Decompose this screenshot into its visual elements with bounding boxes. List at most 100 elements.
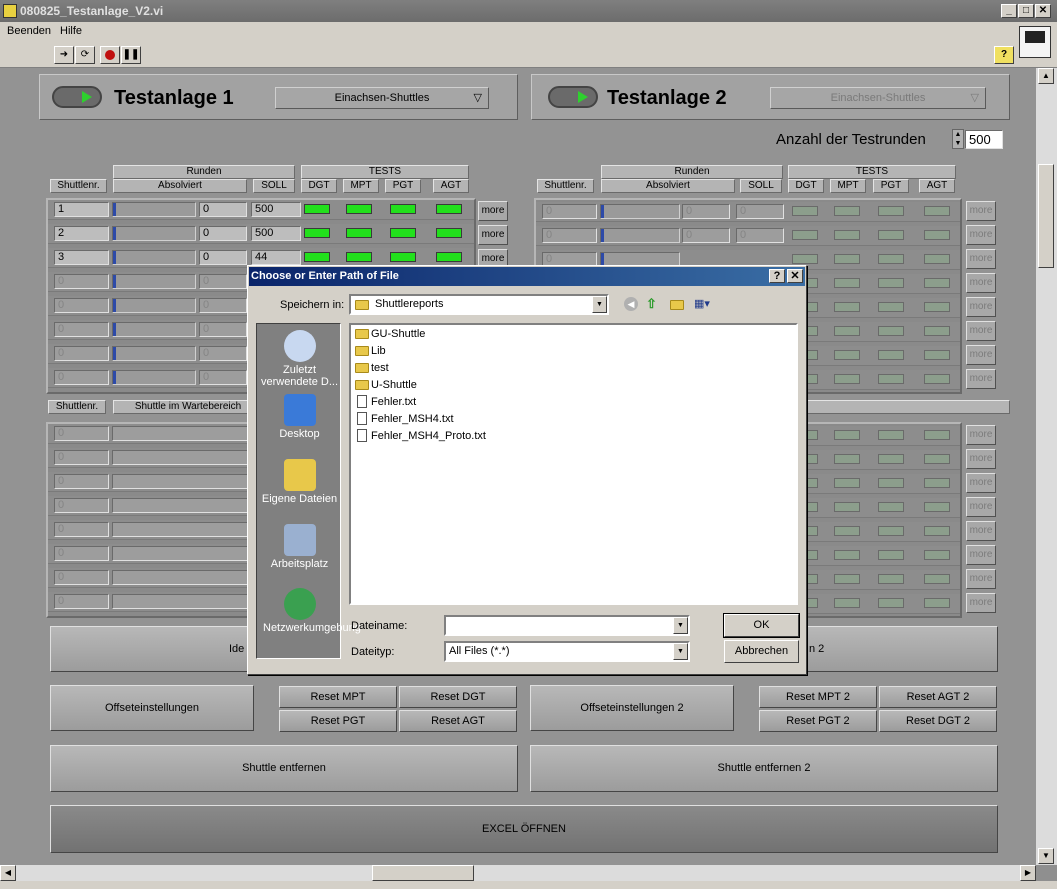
anlage1-reset-pgt-button[interactable]: Reset PGT — [279, 710, 397, 732]
anlage2-mode-dropdown[interactable]: Einachsen-Shuttles ▽ — [770, 87, 986, 109]
more-button[interactable]: more — [966, 201, 996, 221]
file-item[interactable]: Fehler_MSH4.txt — [355, 411, 454, 427]
anlage1-reset-dgt-button[interactable]: Reset DGT — [399, 686, 517, 708]
anlage1-reset-agt-button[interactable]: Reset AGT — [399, 710, 517, 732]
anlage1-offset-button[interactable]: Offseteinstellungen — [50, 685, 254, 731]
view-menu-icon[interactable]: ▦▾ — [694, 297, 716, 312]
horizontal-scrollbar[interactable]: ◀ ▶ — [0, 865, 1036, 881]
more-button[interactable]: more — [966, 425, 996, 445]
wait-bereich-cell[interactable] — [112, 594, 252, 609]
horizontal-scroll-thumb[interactable] — [372, 865, 474, 881]
absolviert-cell[interactable]: 0 — [199, 322, 247, 337]
shuttlenr-cell[interactable]: 0 — [54, 274, 109, 289]
more-button[interactable]: more — [966, 497, 996, 517]
more-button[interactable]: more — [966, 321, 996, 341]
anlage1-mode-dropdown[interactable]: Einachsen-Shuttles ▽ — [275, 87, 489, 109]
dialog-help-button[interactable]: ? — [769, 269, 785, 283]
wait-bereich-cell[interactable] — [112, 474, 252, 489]
scroll-left-icon[interactable]: ◀ — [0, 865, 16, 881]
anlage2-reset-mpt-button[interactable]: Reset MPT 2 — [759, 686, 877, 708]
shuttlenr-cell[interactable]: 0 — [54, 370, 109, 385]
wait-bereich-cell[interactable] — [112, 450, 252, 465]
run-arrow-icon[interactable]: ➜ — [54, 46, 74, 64]
absolviert-cell[interactable]: 0 — [199, 274, 247, 289]
place-network[interactable]: Netzwerkumgebung — [257, 588, 361, 634]
folder-item[interactable]: GU-Shuttle — [355, 326, 425, 342]
soll-cell[interactable]: 500 — [251, 226, 301, 241]
folder-item[interactable]: test — [355, 360, 389, 376]
anlage2-reset-agt-button[interactable]: Reset AGT 2 — [879, 686, 997, 708]
more-button[interactable]: more — [966, 297, 996, 317]
absolviert-cell[interactable]: 0 — [199, 346, 247, 361]
close-window-button[interactable]: ✕ — [1035, 4, 1051, 18]
absolviert-cell[interactable]: 0 — [682, 228, 730, 243]
anlage1-reset-mpt-button[interactable]: Reset MPT — [279, 686, 397, 708]
vertical-scroll-thumb[interactable] — [1038, 164, 1054, 268]
menu-hilfe[interactable]: Hilfe — [60, 25, 82, 37]
absolviert-cell[interactable]: 0 — [682, 204, 730, 219]
place-documents[interactable]: Eigene Dateien — [257, 459, 342, 505]
soll-cell[interactable]: 500 — [251, 202, 301, 217]
shuttlenr-cell[interactable]: 1 — [54, 202, 109, 217]
more-button[interactable]: more — [966, 545, 996, 565]
filetype-select[interactable]: All Files (*.*) ▼ — [444, 641, 690, 662]
anlage2-reset-pgt-button[interactable]: Reset PGT 2 — [759, 710, 877, 732]
cancel-button[interactable]: Abbrechen — [724, 640, 799, 663]
wait-bereich-cell[interactable] — [112, 522, 252, 537]
shuttlenr-cell[interactable]: 3 — [54, 250, 109, 265]
wait-shuttlenr-cell[interactable]: 0 — [54, 570, 109, 585]
more-button[interactable]: more — [966, 249, 996, 269]
anlage2-remove-shuttle-button[interactable]: Shuttle entfernen 2 — [530, 745, 998, 792]
vertical-scrollbar[interactable]: ▲ ▼ — [1036, 68, 1057, 865]
more-button[interactable]: more — [966, 449, 996, 469]
absolviert-cell[interactable]: 0 — [199, 298, 247, 313]
shuttlenr-cell[interactable]: 0 — [54, 346, 109, 361]
wait-shuttlenr-cell[interactable]: 0 — [54, 450, 109, 465]
wait-bereich-cell[interactable] — [112, 498, 252, 513]
anlage1-run-toggle[interactable] — [52, 86, 102, 108]
run-continuously-icon[interactable]: ⟳ — [75, 46, 95, 64]
more-button[interactable]: more — [966, 273, 996, 293]
ok-button[interactable]: OK — [723, 613, 800, 638]
wait-bereich-cell[interactable] — [112, 570, 252, 585]
shuttlenr-cell[interactable]: 0 — [54, 322, 109, 337]
shuttlenr-cell[interactable]: 2 — [54, 226, 109, 241]
back-icon[interactable]: ◀ — [624, 297, 638, 311]
wait-shuttlenr-cell[interactable]: 0 — [54, 474, 109, 489]
shuttlenr-cell[interactable]: 0 — [542, 228, 597, 243]
anlage2-reset-dgt-button[interactable]: Reset DGT 2 — [879, 710, 997, 732]
more-button[interactable]: more — [966, 369, 996, 389]
more-button[interactable]: more — [966, 225, 996, 245]
more-button[interactable]: more — [966, 593, 996, 613]
more-button[interactable]: more — [966, 569, 996, 589]
soll-cell[interactable]: 0 — [736, 228, 784, 243]
wait-shuttlenr-cell[interactable]: 0 — [54, 498, 109, 513]
up-folder-icon[interactable]: ⇧ — [646, 296, 662, 312]
absolviert-cell[interactable]: 0 — [199, 370, 247, 385]
scroll-up-icon[interactable]: ▲ — [1038, 68, 1054, 84]
folder-item[interactable]: U-Shuttle — [355, 377, 417, 393]
place-computer[interactable]: Arbeitsplatz — [257, 524, 342, 570]
filename-input[interactable]: ▼ — [444, 615, 690, 636]
anlage2-run-toggle[interactable] — [548, 86, 598, 108]
abort-icon[interactable] — [100, 46, 120, 64]
wait-shuttlenr-cell[interactable]: 0 — [54, 594, 109, 609]
absolviert-cell[interactable]: 0 — [199, 250, 247, 265]
place-recent[interactable]: Zuletzt verwendete D... — [257, 330, 342, 388]
wait-bereich-cell[interactable] — [112, 426, 252, 441]
testrunden-stepper[interactable]: ▲ ▼ — [952, 129, 964, 149]
scroll-right-icon[interactable]: ▶ — [1020, 865, 1036, 881]
new-folder-icon[interactable] — [670, 300, 684, 310]
scroll-down-icon[interactable]: ▼ — [1038, 848, 1054, 864]
more-button[interactable]: more — [966, 473, 996, 493]
maximize-button[interactable]: □ — [1018, 4, 1034, 18]
anlage2-offset-button[interactable]: Offseteinstellungen 2 — [530, 685, 734, 731]
dialog-close-button[interactable]: ✕ — [787, 269, 803, 283]
file-item[interactable]: Fehler_MSH4_Proto.txt — [355, 428, 486, 444]
place-desktop[interactable]: Desktop — [257, 394, 342, 440]
shuttlenr-cell[interactable]: 0 — [54, 298, 109, 313]
folder-item[interactable]: Lib — [355, 343, 386, 359]
testrunden-input[interactable]: 500 — [965, 130, 1003, 149]
wait-shuttlenr-cell[interactable]: 0 — [54, 522, 109, 537]
file-item[interactable]: Fehler.txt — [355, 394, 416, 410]
